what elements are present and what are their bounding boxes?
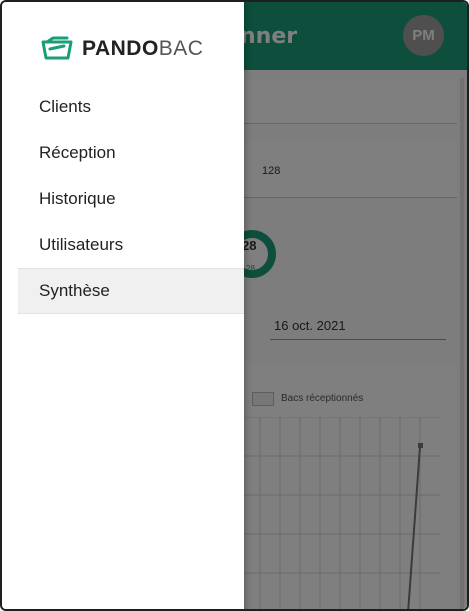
nav-item-clients[interactable]: Clients: [18, 84, 244, 130]
logo-text-strong: PANDO: [82, 37, 159, 60]
nav-item-synthese[interactable]: Synthèse: [18, 268, 244, 314]
nav-item-utilisateurs[interactable]: Utilisateurs: [18, 222, 244, 268]
nav-item-label: Réception: [39, 143, 116, 162]
bin-icon: [41, 36, 73, 60]
nav-item-historique[interactable]: Historique: [18, 176, 244, 222]
logo-text-light: BAC: [158, 37, 204, 60]
nav-item-label: Clients: [39, 97, 91, 116]
nav-item-reception[interactable]: Réception: [18, 130, 244, 176]
drawer-menu: Clients Réception Historique Utilisateur…: [18, 84, 244, 314]
nav-item-label: Historique: [39, 189, 116, 208]
nav-item-label: Synthèse: [39, 281, 110, 300]
pandobac-logo: PANDO BAC: [40, 35, 203, 63]
app-window: nner PM 128 28 28 16 oct. 2021 Bacs réce…: [0, 0, 469, 611]
nav-item-label: Utilisateurs: [39, 235, 124, 254]
navigation-drawer: PANDO BAC Clients Réception Historique U…: [2, 2, 244, 609]
